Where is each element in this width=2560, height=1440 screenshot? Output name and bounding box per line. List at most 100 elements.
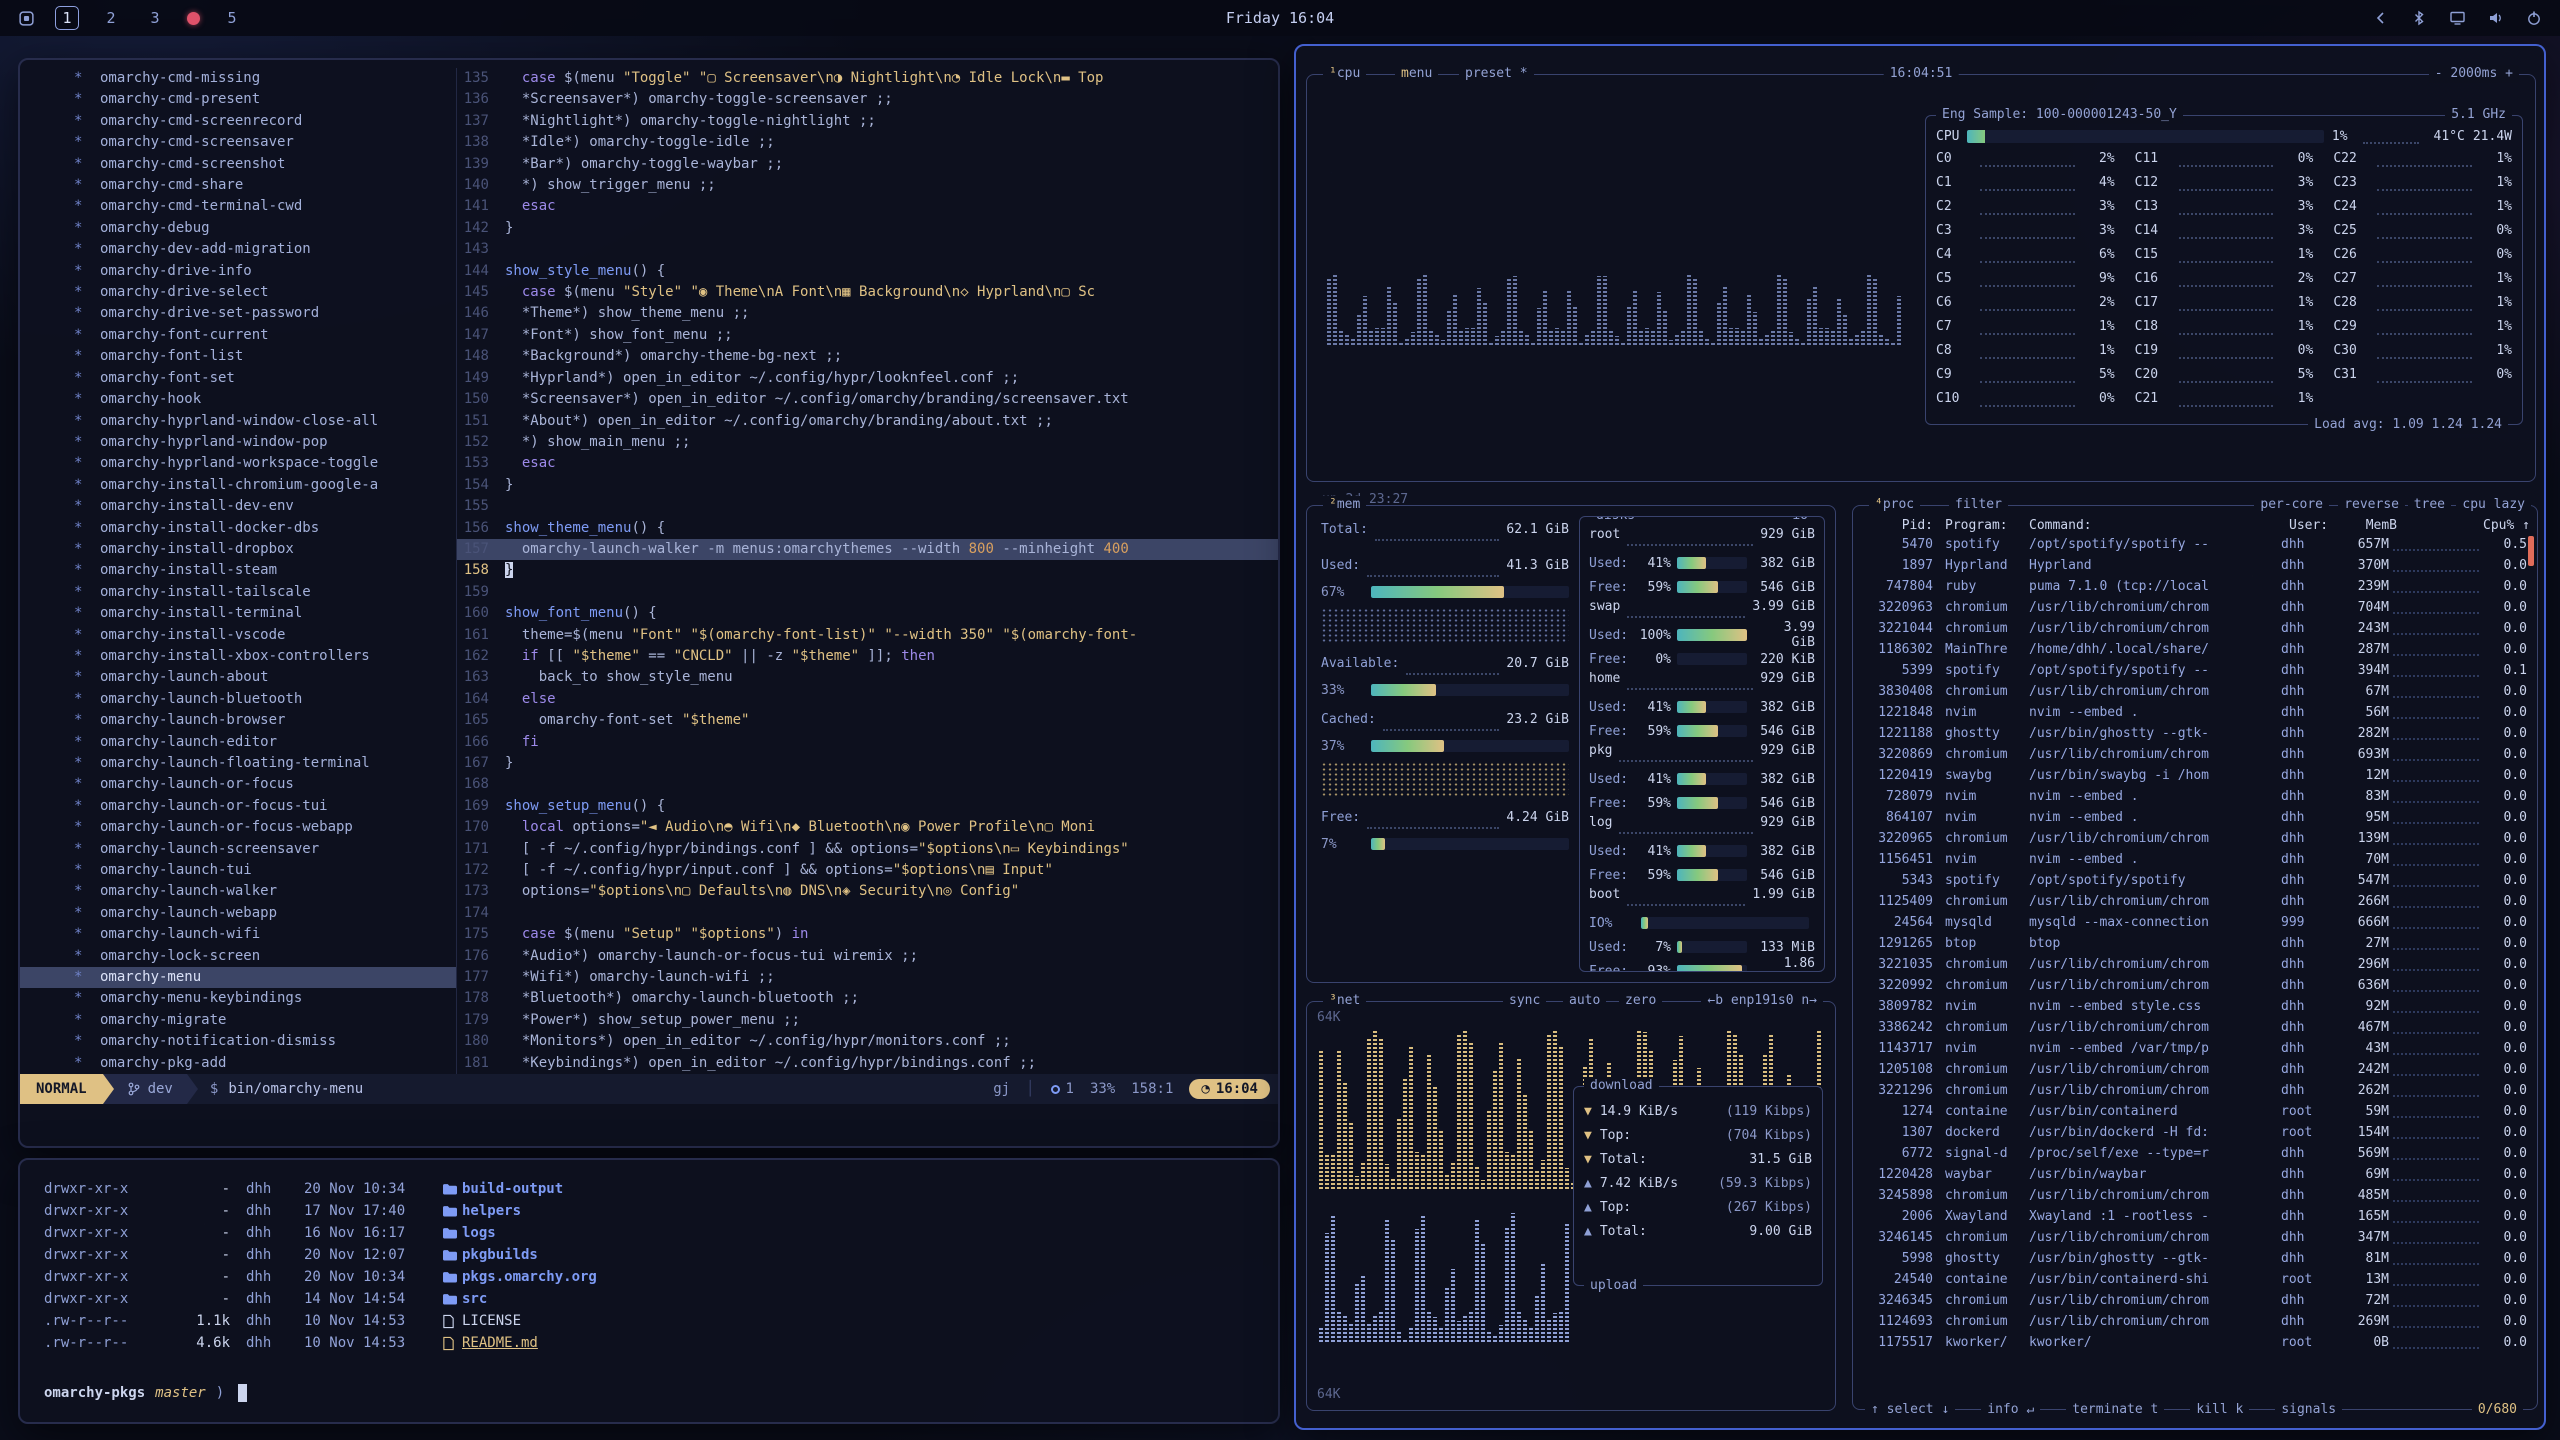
tree-toggle[interactable]: tree [2408,496,2451,514]
process-row[interactable]: 3220965chromium/usr/lib/chromium/chromdh… [1853,831,2537,852]
file-item[interactable]: *omarchy-launch-walker [20,881,456,902]
proc-action-2[interactable]: terminate t [2066,1401,2164,1419]
process-row[interactable]: 24540containe/usr/bin/containerd-shiroot… [1853,1272,2537,1293]
process-row[interactable]: 1156451nvimnvim --embed .dhh70M0.0 [1853,852,2537,873]
process-row[interactable]: 3245898chromium/usr/lib/chromium/chromdh… [1853,1188,2537,1209]
process-row[interactable]: 728079nvimnvim --embed .dhh83M0.0 [1853,789,2537,810]
file-item[interactable]: *omarchy-hyprland-workspace-toggle [20,453,456,474]
file-item[interactable]: *omarchy-cmd-screenrecord [20,111,456,132]
workspace-button-2[interactable]: 2 [99,6,123,30]
process-row[interactable]: 3220992chromium/usr/lib/chromium/chromdh… [1853,978,2537,999]
file-item[interactable]: *omarchy-launch-bluetooth [20,689,456,710]
file-item[interactable]: *omarchy-drive-select [20,282,456,303]
preset-button[interactable]: preset * [1459,65,1534,83]
file-item[interactable]: *omarchy-hook [20,389,456,410]
workspace-button-3[interactable]: 3 [143,6,167,30]
file-item[interactable]: *omarchy-hyprland-window-close-all [20,411,456,432]
process-row[interactable]: 6772signal-d/proc/self/exe --type=rdhh56… [1853,1146,2537,1167]
file-item[interactable]: *omarchy-launch-or-focus-webapp [20,817,456,838]
process-row[interactable]: 1186302MainThre/home/dhh/.local/share/dh… [1853,642,2537,663]
process-row[interactable]: 3221296chromium/usr/lib/chromium/chromdh… [1853,1083,2537,1104]
file-item[interactable]: *omarchy-launch-screensaver [20,839,456,860]
file-item[interactable]: *omarchy-install-docker-dbs [20,518,456,539]
process-row[interactable]: 3246345chromium/usr/lib/chromium/chromdh… [1853,1293,2537,1314]
file-item[interactable]: *omarchy-launch-editor [20,732,456,753]
proc-action-0[interactable]: ↑ select ↓ [1865,1401,1955,1419]
code-editor[interactable]: 135 case $(menu "Toggle" "▢ Screensaver\… [456,68,1278,1074]
file-item[interactable]: *omarchy-dev-add-migration [20,239,456,260]
sort-column-selector[interactable]: cpu lazy [2456,496,2531,514]
file-item[interactable]: *omarchy-migrate [20,1010,456,1031]
process-scrollbar[interactable] [2528,536,2534,566]
file-item[interactable]: *omarchy-launch-floating-terminal [20,753,456,774]
file-item[interactable]: *omarchy-font-list [20,346,456,367]
file-item[interactable]: *omarchy-pkg-add [20,1053,456,1074]
proc-action-1[interactable]: info ↵ [1981,1401,2040,1419]
file-item[interactable]: *omarchy-cmd-screenshot [20,154,456,175]
net-interface-selector[interactable]: ←b enp191s0 n→ [1701,992,1823,1010]
omarchy-logo-icon[interactable] [18,10,35,27]
process-row[interactable]: 1220419swaybg/usr/bin/swaybg -i /homdhh1… [1853,768,2537,789]
volume-icon[interactable] [2488,10,2504,26]
net-zero-toggle[interactable]: zero [1619,992,1662,1010]
file-item[interactable]: *omarchy-debug [20,218,456,239]
file-item[interactable]: *omarchy-install-chromium-google-a [20,475,456,496]
process-row[interactable]: 5343spotify/opt/spotify/spotifydhh547M0.… [1853,873,2537,894]
process-row[interactable]: 1291265btopbtopdhh27M0.0 [1853,936,2537,957]
display-icon[interactable] [2449,10,2466,26]
per-core-toggle[interactable]: per-core [2254,496,2329,514]
file-item[interactable]: *omarchy-launch-wifi [20,924,456,945]
command-line[interactable] [20,1104,1278,1146]
process-row[interactable]: 1221188ghostty/usr/bin/ghostty --gtk-dhh… [1853,726,2537,747]
file-item[interactable]: *omarchy-cmd-screensaver [20,132,456,153]
process-row[interactable]: 864107nvimnvim --embed .dhh95M0.0 [1853,810,2537,831]
workspace-button-1[interactable]: 1 [55,6,79,30]
process-row[interactable]: 3220963chromium/usr/lib/chromium/chromdh… [1853,600,2537,621]
filter-button[interactable]: filter [1949,496,2008,514]
editor-window[interactable]: *omarchy-cmd-missing*omarchy-cmd-present… [18,58,1280,1148]
file-item[interactable]: *omarchy-notification-dismiss [20,1031,456,1052]
process-row[interactable]: 3246145chromium/usr/lib/chromium/chromdh… [1853,1230,2537,1251]
power-icon[interactable] [2526,10,2542,26]
file-item[interactable]: *omarchy-install-steam [20,560,456,581]
process-row[interactable]: 1175517kworker/kworker/root0B0.0 [1853,1335,2537,1356]
process-row[interactable]: 1221848nvimnvim --embed .dhh56M0.0 [1853,705,2537,726]
process-row[interactable]: 1220428waybar/usr/bin/waybardhh69M0.0 [1853,1167,2537,1188]
file-item[interactable]: *omarchy-font-set [20,368,456,389]
file-item[interactable]: *omarchy-install-dev-env [20,496,456,517]
process-row[interactable]: 1143717nvimnvim --embed /var/tmp/pdhh43M… [1853,1041,2537,1062]
file-item[interactable]: *omarchy-drive-set-password [20,303,456,324]
shell-prompt[interactable]: omarchy-pkgs master ) [44,1382,1254,1404]
file-item[interactable]: *omarchy-hyprland-window-pop [20,432,456,453]
bluetooth-icon[interactable] [2411,10,2427,26]
file-item[interactable]: *omarchy-install-terminal [20,603,456,624]
file-item[interactable]: *omarchy-menu [20,967,456,988]
process-row[interactable]: 3221035chromium/usr/lib/chromium/chromdh… [1853,957,2537,978]
process-row[interactable]: 1125409chromium/usr/lib/chromium/chromdh… [1853,894,2537,915]
net-auto-toggle[interactable]: auto [1563,992,1606,1010]
file-item[interactable]: *omarchy-launch-tui [20,860,456,881]
process-row[interactable]: 1124693chromium/usr/lib/chromium/chromdh… [1853,1314,2537,1335]
process-row[interactable]: 3220869chromium/usr/lib/chromium/chromdh… [1853,747,2537,768]
clock[interactable]: Friday 16:04 [1226,9,1334,27]
file-item[interactable]: *omarchy-cmd-share [20,175,456,196]
file-item[interactable]: *omarchy-install-tailscale [20,582,456,603]
process-row[interactable]: 5470spotify/opt/spotify/spotify --dhh657… [1853,537,2537,558]
btop-window[interactable]: ¹cpu menu preset * 16:04:51 - 2000ms + E… [1294,44,2546,1430]
io-toggle[interactable]: io [1786,516,1814,525]
file-item[interactable]: *omarchy-menu-keybindings [20,988,456,1009]
process-row[interactable]: 1205108chromium/usr/lib/chromium/chromdh… [1853,1062,2537,1083]
terminal-window[interactable]: drwxr-xr-x-dhh20 Nov 10:34build-outputdr… [18,1158,1280,1424]
process-row[interactable]: 3221044chromium/usr/lib/chromium/chromdh… [1853,621,2537,642]
process-row[interactable]: 24564mysqldmysqld --max-connection999666… [1853,915,2537,936]
proc-action-3[interactable]: kill k [2190,1401,2249,1419]
file-item[interactable]: *omarchy-launch-or-focus [20,774,456,795]
process-row[interactable]: 747804rubypuma 7.1.0 (tcp://localdhh239M… [1853,579,2537,600]
chevron-left-icon[interactable] [2373,10,2389,26]
file-item[interactable]: *omarchy-install-dropbox [20,539,456,560]
file-item[interactable]: *omarchy-launch-or-focus-tui [20,796,456,817]
file-item[interactable]: *omarchy-install-vscode [20,625,456,646]
menu-button[interactable]: menu [1395,65,1438,83]
proc-action-4[interactable]: signals [2275,1401,2342,1419]
net-sync-toggle[interactable]: sync [1503,992,1546,1010]
